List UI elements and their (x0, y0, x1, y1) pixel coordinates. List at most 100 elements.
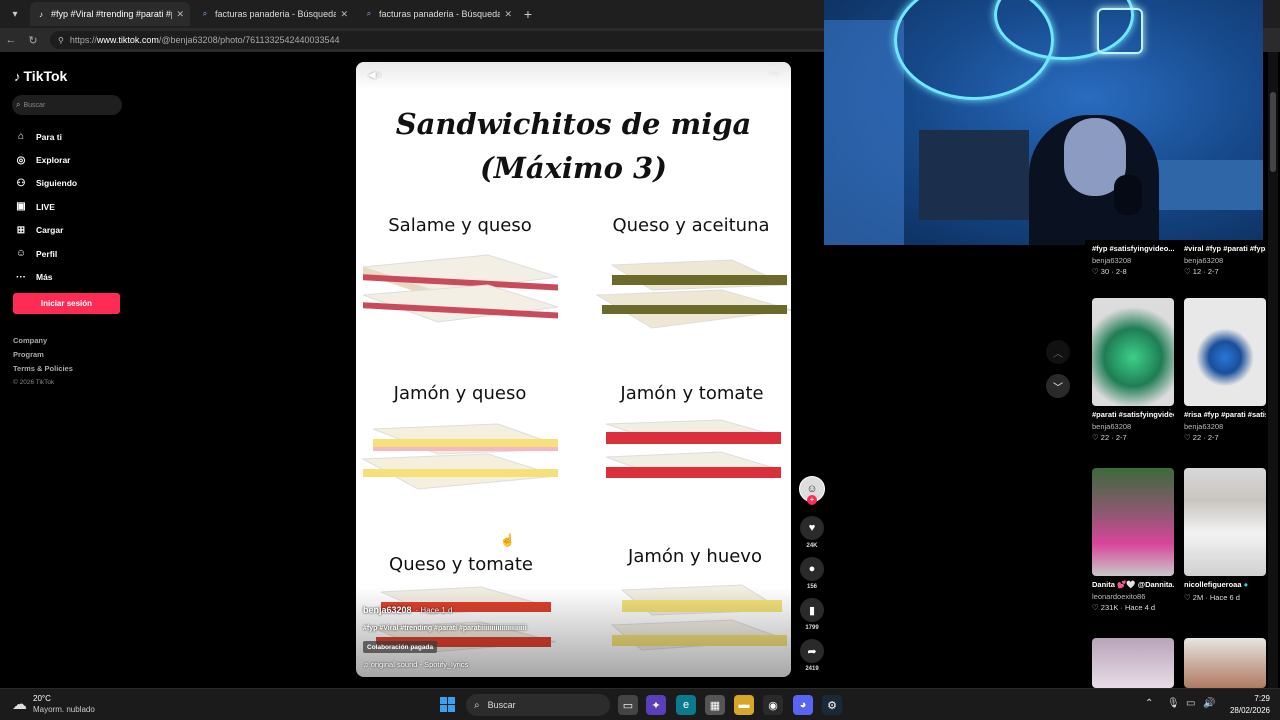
feed-card-thumbnail[interactable] (1184, 298, 1266, 406)
follow-plus-icon[interactable]: + (807, 495, 817, 505)
close-tab-icon[interactable]: ✕ (504, 9, 512, 20)
browser-tab-search[interactable]: ⌕ facturas panaderia - Búsqueda ✕ (194, 2, 354, 26)
footer-link-program[interactable]: Program (13, 350, 73, 364)
feed-card-title: nicollefigueroaa ● (1184, 579, 1266, 591)
clock[interactable]: 7:29 28/02/2026 (1230, 693, 1270, 717)
tiktok-logo[interactable]: ♪ TikTok (14, 68, 67, 84)
feed-card-user[interactable]: benja63208 (1092, 256, 1174, 265)
sandwich-label: Queso y aceituna (612, 215, 770, 236)
sidebar-item-live[interactable]: ▣ LIVE (14, 195, 77, 218)
sidebar-item-para-ti[interactable]: ⌂ Para ti (14, 125, 77, 148)
task-view-icon[interactable]: ▭ (618, 695, 638, 715)
footer-link-company[interactable]: Company (13, 336, 73, 350)
scrollbar-thumb[interactable] (1270, 92, 1276, 172)
post-sound[interactable]: ♫ original sound - Spotify_lyrics (363, 660, 468, 669)
live-icon: ▣ (16, 201, 26, 213)
weather-desc: Mayorm. nublado (33, 705, 95, 714)
share-count: 2419 (805, 666, 819, 672)
feed-card-thumbnail[interactable] (1092, 468, 1174, 576)
feed-card[interactable]: nicollefigueroaa ● ♡ 2M · Hace 6 d (1184, 468, 1266, 602)
sidebar-footer: Company Program Terms & Policies © 2026 … (13, 336, 73, 393)
feed-card-user[interactable]: benja63208 (1092, 422, 1174, 431)
feed-card-title: Danita 💕🤍 @Dannita... (1092, 580, 1174, 589)
page-scrollbar[interactable] (1268, 52, 1278, 688)
photo-post[interactable]: ◀× ··· Sandwichitos de miga (Máximo 3) S… (356, 62, 791, 677)
more-options-icon[interactable]: ⋮ (1258, 408, 1266, 417)
tiktok-favicon-icon: ♪ (39, 9, 43, 19)
post-hashtags[interactable]: #fyp #Viral #trending #parati #paratiiii… (363, 625, 527, 632)
feed-card[interactable]: #viral #fyp #parati #fyp... benja63208 ♡… (1184, 240, 1266, 276)
sidebar-item-mas[interactable]: ··· Más (14, 265, 77, 288)
search-input[interactable]: ⌕ Buscar (12, 95, 122, 115)
feed-card-user[interactable]: leonardoexito86 (1092, 592, 1174, 601)
feed-card[interactable]: #fyp #satisfyingvideo... benja63208 ♡ 30… (1092, 240, 1174, 276)
network-icon[interactable]: ▭ (1186, 698, 1195, 709)
tab-list-button[interactable]: ▾ (4, 3, 26, 25)
close-tab-icon[interactable]: ✕ (176, 9, 184, 20)
browser-tab-image-search[interactable]: ⌕ facturas panaderia - Búsqueda Ima ✕ (358, 2, 518, 26)
more-options-icon[interactable]: ··· (769, 68, 779, 79)
steam-icon[interactable]: ⚙ (822, 695, 842, 715)
queso-aceituna-sandwich-image (595, 259, 791, 329)
feed-card-user[interactable]: benja63208 (1184, 256, 1266, 265)
feed-card-thumbnail[interactable] (1092, 298, 1174, 406)
url-field[interactable]: ⚲ https://www.tiktok.com/@benja63208/pho… (50, 31, 830, 49)
sidebar-item-cargar[interactable]: ⊞ Cargar (14, 219, 77, 242)
sidebar-item-perfil[interactable]: ☺ Perfil (14, 242, 77, 265)
back-icon[interactable]: ← (0, 34, 22, 46)
feed-card-stats: ♡ 22 · 2-7 (1184, 433, 1219, 442)
site-info-icon[interactable]: ⚲ (58, 36, 64, 45)
sound-name[interactable]: original sound - Spotify_lyrics (371, 660, 469, 669)
weather-widget[interactable]: ☁ 20°C Mayorm. nublado (12, 694, 95, 714)
feed-card[interactable]: #risa #fyp #parati #satisfyingvideo... b… (1184, 298, 1266, 442)
windows-start-icon[interactable] (440, 697, 456, 713)
store-icon[interactable]: ▦ (705, 695, 725, 715)
feed-card[interactable] (1184, 638, 1266, 688)
post-author-name[interactable]: benja63208 (363, 605, 412, 615)
like-button[interactable]: ♥ 24K (799, 516, 825, 549)
mute-icon[interactable]: ◀× (368, 70, 382, 81)
new-tab-button[interactable]: + (518, 6, 538, 22)
browser-tab-tiktok[interactable]: ♪ #fyp #Viral #trending #parati #pa ✕ (30, 2, 190, 26)
feed-card-user[interactable]: benja63208 (1184, 422, 1266, 431)
comment-icon: ● (800, 557, 824, 581)
copilot-icon[interactable]: ✦ (646, 695, 666, 715)
tray-chevron-up-icon[interactable]: ⌃ (1145, 698, 1153, 709)
more-options-icon[interactable]: ⋮ (1166, 408, 1174, 417)
close-tab-icon[interactable]: ✕ (340, 9, 348, 20)
discord-icon[interactable]: ◕ (793, 695, 813, 715)
feed-card-thumbnail[interactable] (1184, 468, 1266, 576)
post-controls-bar: ◀× ··· (356, 62, 791, 90)
feed-card-stats: ♡ 22 · 2-7 (1092, 433, 1127, 442)
post-author[interactable]: benja63208 · Hace 1 d (363, 605, 452, 615)
tab-title: facturas panaderia - Búsqueda Ima (379, 9, 501, 19)
clock-time: 7:29 (1254, 694, 1270, 703)
volume-icon[interactable]: 🔊 (1203, 698, 1215, 709)
feed-card-thumbnail[interactable] (1092, 638, 1174, 688)
edge-icon[interactable]: e (676, 695, 696, 715)
feed-card[interactable] (1092, 638, 1174, 688)
webcam-overlay (824, 0, 1263, 245)
previous-post-chevron-up-icon[interactable]: ︿ (1046, 340, 1070, 364)
microphone-icon[interactable]: 🎙 (1167, 698, 1180, 709)
reload-icon[interactable]: ↻ (22, 34, 44, 47)
comment-button[interactable]: ● 156 (799, 557, 825, 590)
sidebar-item-explorar[interactable]: ◎ Explorar (14, 148, 77, 171)
neon-crest-sign (1097, 8, 1143, 54)
taskbar-search[interactable]: ⌕ Buscar (466, 694, 610, 716)
footer-link-terms[interactable]: Terms & Policies (13, 364, 73, 378)
sidebar-item-siguiendo[interactable]: ⚇ Siguiendo (14, 172, 78, 195)
save-button[interactable]: ▮ 1799 (799, 598, 825, 631)
search-placeholder: Buscar (23, 101, 46, 109)
feed-card-title: #viral #fyp #parati #fyp... (1184, 244, 1266, 253)
like-count: 24K (806, 543, 818, 549)
file-explorer-icon[interactable]: ▬ (734, 695, 754, 715)
feed-card[interactable]: #parati #satisfyingvideo... benja63208 ♡… (1092, 298, 1174, 442)
bookmark-icon: ▮ (800, 598, 824, 622)
chrome-icon[interactable]: ◉ (763, 695, 783, 715)
share-button[interactable]: ➦ 2419 (799, 639, 825, 672)
login-button[interactable]: Iniciar sesión (13, 293, 120, 314)
feed-card-thumbnail[interactable] (1184, 638, 1266, 688)
next-post-chevron-down-icon[interactable]: ﹀ (1046, 374, 1070, 398)
feed-card[interactable]: Danita 💕🤍 @Dannita... leonardoexito86 ♡ … (1092, 468, 1174, 612)
